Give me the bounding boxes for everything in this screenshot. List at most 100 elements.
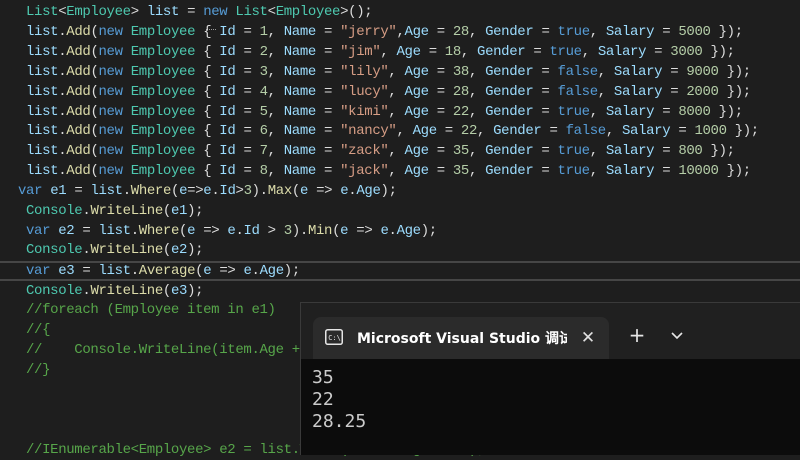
debug-console-window[interactable]: C:\ Microsoft Visual Studio 调试控制台 ✕ + 35…: [300, 302, 800, 455]
code-token: 10000: [678, 163, 719, 179]
plus-icon[interactable]: +: [625, 323, 649, 347]
code-token: (: [162, 203, 171, 219]
code-token: list: [26, 84, 59, 100]
code-token: 2: [259, 44, 268, 60]
code-line[interactable]: list.Add(new Employee { Id = 8, Name = "…: [26, 161, 751, 181]
code-token: Add: [66, 143, 91, 159]
code-token: list: [26, 64, 59, 80]
code-token: ,: [468, 163, 486, 179]
code-token: var: [18, 183, 43, 199]
code-token: ,: [388, 64, 405, 80]
code-token: =: [428, 143, 453, 159]
code-token: Id: [219, 84, 236, 100]
code-token: Name: [283, 143, 317, 159]
code-token: ).: [291, 223, 308, 239]
code-token: Age: [412, 123, 438, 139]
code-line[interactable]: list.Add(new Employee { Id = 7, Name = "…: [26, 141, 735, 161]
code-token: =: [533, 143, 558, 159]
code-token: =: [533, 84, 558, 100]
code-token: Where: [138, 223, 180, 239]
code-token: Age: [404, 163, 430, 179]
code-line[interactable]: var e3 = list.Average(e => e.Age);: [26, 261, 300, 281]
code-token: ,: [267, 104, 284, 120]
code-line[interactable]: list.Add(new Employee { Id = 2, Name = "…: [26, 42, 735, 62]
code-line[interactable]: list.Add(new Employee { Id = 6, Name = "…: [26, 121, 759, 141]
code-line[interactable]: List<Employee> list = new List<Employee>…: [26, 2, 373, 22]
code-token: 1000: [694, 123, 727, 139]
code-token: 3: [243, 183, 252, 199]
code-token: );: [187, 242, 204, 258]
code-token: Add: [66, 104, 91, 120]
code-token: list: [26, 24, 59, 40]
code-token: "nancy": [340, 123, 397, 139]
code-line[interactable]: var e2 = list.Where(e => e.Id > 3).Min(e…: [26, 221, 437, 241]
code-token: //foreach (Employee item in e1): [26, 302, 276, 318]
code-token: 3000: [670, 44, 703, 60]
code-line[interactable]: //}: [26, 360, 51, 380]
code-token: Employee: [130, 104, 196, 120]
code-token: =: [662, 64, 687, 80]
code-token: new: [98, 24, 124, 40]
code-token: =: [420, 44, 445, 60]
code-token: e2: [58, 223, 75, 239]
code-token: (: [90, 123, 99, 139]
console-output-line: 35: [312, 367, 334, 388]
code-line[interactable]: Console.WriteLine(e1);: [26, 201, 204, 221]
code-token: Average: [138, 263, 196, 279]
code-line[interactable]: //foreach (Employee item in e1): [26, 300, 276, 320]
code-token: =: [541, 123, 566, 139]
code-token: ,: [396, 123, 413, 139]
code-token: e: [380, 223, 389, 239]
code-token: .: [251, 263, 260, 279]
console-tab[interactable]: C:\ Microsoft Visual Studio 调试控制台 ✕: [313, 317, 609, 359]
code-token: (: [90, 143, 99, 159]
code-line[interactable]: Console.WriteLine(e2);: [26, 240, 204, 260]
code-token: =: [654, 24, 679, 40]
code-token: list: [146, 4, 180, 20]
code-token: =: [315, 163, 341, 179]
code-token: =: [315, 104, 341, 120]
code-token: (: [195, 263, 204, 279]
code-token: ,: [589, 163, 606, 179]
code-token: Name: [283, 123, 317, 139]
code-line[interactable]: Console.WriteLine(e3);: [26, 281, 204, 301]
code-line[interactable]: list.Add(new Employee { Id = 4, Name = "…: [26, 82, 751, 102]
code-token: });: [718, 64, 752, 80]
code-token: 2000: [686, 84, 719, 100]
code-token: 35: [452, 163, 469, 179]
code-line[interactable]: list.Add(new Employee { Id = 3, Name = "…: [26, 62, 751, 82]
code-token: list: [98, 223, 131, 239]
code-token: list: [26, 123, 59, 139]
code-line[interactable]: var e1 = list.Where(e=>e.Id>3).Max(e => …: [18, 181, 397, 201]
code-token: 6: [259, 123, 268, 139]
code-token: list: [98, 263, 131, 279]
code-token: list: [26, 163, 59, 179]
code-token: =: [235, 143, 260, 159]
code-token: //{: [26, 322, 51, 338]
code-token: Name: [283, 84, 317, 100]
code-token: Id: [219, 163, 236, 179]
code-token: WriteLine: [90, 283, 163, 299]
code-token: new: [203, 4, 228, 20]
code-token: 4: [259, 84, 268, 100]
code-token: new: [98, 143, 124, 159]
code-token: =>: [195, 223, 228, 239]
code-token: Gender: [485, 143, 534, 159]
chevron-down-icon[interactable]: [665, 323, 689, 347]
code-token: Age: [404, 24, 430, 40]
code-line[interactable]: list.Add(new Employee { Id = 5, Name = "…: [26, 102, 743, 122]
code-line[interactable]: list.Add(new Employee { Id = 1, Name = "…: [26, 22, 743, 42]
code-token: =>: [187, 183, 204, 199]
code-token: List: [26, 4, 59, 20]
code-token: Age: [396, 223, 422, 239]
code-token: =: [670, 123, 695, 139]
code-token: 35: [452, 143, 469, 159]
close-icon[interactable]: ✕: [577, 327, 599, 349]
code-token: "jim": [340, 44, 381, 60]
code-token: (: [90, 163, 99, 179]
code-token: true: [557, 163, 591, 179]
code-line[interactable]: //{: [26, 320, 51, 340]
code-token: Gender: [477, 44, 526, 60]
code-token: 5000: [678, 24, 711, 40]
